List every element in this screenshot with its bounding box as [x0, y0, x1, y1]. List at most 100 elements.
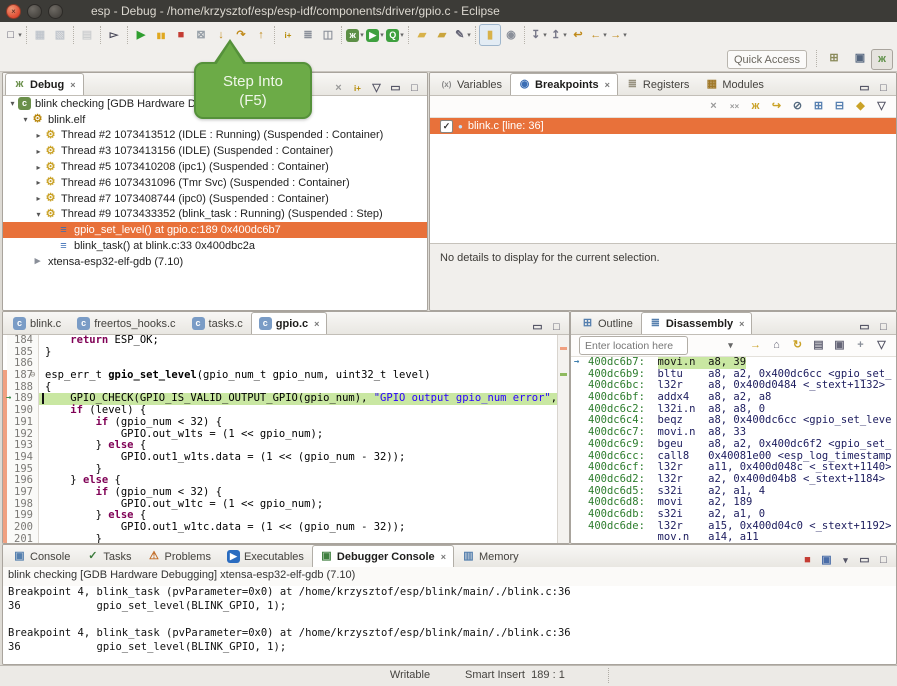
tab-close-icon[interactable]: × [314, 319, 319, 329]
use-step-filters-button[interactable]: ◫ [318, 25, 338, 45]
view-menu-button[interactable]: ▽ [370, 82, 383, 95]
tab-blink-c[interactable]: cblink.c [5, 312, 69, 334]
maximize-icon[interactable]: □ [877, 321, 890, 334]
debug-tree-item[interactable]: ▸⚙Thread #7 1073408744 (ipc0) (Suspended… [3, 191, 427, 207]
tree-expand-icon[interactable]: ▸ [33, 178, 44, 187]
dropdown-caret-icon[interactable]: ▾ [543, 31, 547, 39]
tab-variables[interactable]: (x)Variables [432, 73, 510, 95]
tab-gpio-c[interactable]: cgpio.c× [251, 312, 328, 334]
previous-annotation-button[interactable]: ↥▾ [548, 25, 568, 45]
next-annotation-button[interactable]: ↧▾ [528, 25, 548, 45]
profile-button[interactable]: Q▾ [385, 25, 405, 45]
goto-file-button[interactable]: ↪ [770, 100, 783, 113]
debug-tree-item[interactable]: ▸⚙Thread #5 1073410208 (ipc1) (Suspended… [3, 159, 427, 175]
save-button[interactable]: ▦ [30, 25, 50, 45]
open-type-button[interactable]: ▰ [412, 25, 432, 45]
link-with-debug-button[interactable]: ◆ [854, 100, 867, 113]
dropdown-caret-icon[interactable]: ▾ [360, 31, 364, 39]
selected-stack-frame[interactable]: ≡gpio_set_level() at gpio.c:189 0x400dc6… [3, 222, 427, 238]
tab-debug[interactable]: жDebug× [5, 73, 84, 95]
console-output[interactable]: Breakpoint 4, blink_task (pvParameter=0x… [3, 586, 896, 664]
maximize-icon[interactable]: □ [877, 554, 890, 567]
disassembly-line[interactable]: 400dc6db: s32i a2, a1, 0 [571, 509, 896, 521]
sync-selection-button[interactable]: ↻ [791, 339, 804, 352]
console-dropdown-icon[interactable]: ▾ [839, 554, 852, 567]
terminate-icon[interactable]: ■ [801, 554, 814, 567]
save-all-button[interactable]: ▧ [50, 25, 70, 45]
window-maximize-button[interactable] [48, 4, 63, 19]
last-edit-location-button[interactable]: ↩ [568, 25, 588, 45]
tab-close-icon[interactable]: × [70, 80, 75, 90]
tree-expand-icon[interactable]: ▸ [33, 163, 44, 172]
minimize-icon[interactable]: ▭ [531, 321, 544, 334]
tab-close-icon[interactable]: × [605, 80, 610, 90]
editor-line[interactable]: 201 } [3, 534, 569, 543]
cpp-perspective-button[interactable]: ▣ [850, 49, 870, 68]
tab-memory[interactable]: ▥Memory [454, 545, 527, 567]
dropdown-caret-icon[interactable]: ▾ [467, 31, 471, 39]
remove-all-button[interactable]: ×× [728, 100, 741, 113]
expand-all-button[interactable]: ⊞ [812, 100, 825, 113]
show-source-button[interactable]: ▤ [812, 339, 825, 352]
display-console-icon[interactable]: ▣ [820, 554, 833, 567]
skip-all-breakpoints-button[interactable]: ⊘ [791, 100, 804, 113]
tab-tasks[interactable]: ✓Tasks [78, 545, 139, 567]
tab-breakpoints[interactable]: ◉Breakpoints× [510, 73, 618, 95]
combo-dropdown-icon[interactable]: ▾ [724, 339, 737, 352]
editor-line[interactable]: 185} [3, 347, 569, 359]
tab-problems[interactable]: ⚠Problems [139, 545, 218, 567]
disconnect-button[interactable]: ⊠ [191, 25, 211, 45]
debug-button[interactable]: ж▾ [345, 25, 365, 45]
dropdown-caret-icon[interactable]: ▾ [380, 31, 384, 39]
remove-button[interactable]: × [707, 100, 720, 113]
collapse-all-button[interactable]: ⊟ [833, 100, 846, 113]
debug-tree-item[interactable]: ≡blink_task() at blink.c:33 0x400dbc2a [3, 238, 427, 254]
back-button[interactable]: ←▾ [588, 25, 608, 45]
disassembly-line[interactable]: 400dc6c9: bgeu a8, a2, 0x400dc6f2 <gpio_… [571, 439, 896, 451]
tree-expand-icon[interactable]: ▸ [33, 147, 44, 156]
pointer-mode-button[interactable]: ▻ [104, 25, 124, 45]
instruction-stepping-button[interactable]: i+ [351, 82, 364, 95]
dropdown-caret-icon[interactable]: ▾ [623, 31, 627, 39]
tree-expand-icon[interactable]: ▸ [33, 194, 44, 203]
home-button[interactable]: ⌂ [770, 339, 783, 352]
window-minimize-button[interactable] [27, 4, 42, 19]
tree-expand-icon[interactable]: ▾ [7, 99, 18, 108]
tab-debugger-console[interactable]: ▣Debugger Console× [312, 545, 454, 567]
terminate-button[interactable]: ■ [171, 25, 191, 45]
disassembly-list[interactable]: →400dc6b7: movi.n a8, 39400dc6b9: bltu a… [571, 357, 896, 543]
tab-freertos-hooks-c[interactable]: cfreertos_hooks.c [69, 312, 183, 334]
print-button[interactable]: ▤ [77, 25, 97, 45]
debug-tree-item[interactable]: ▸⚙Thread #2 1073413512 (IDLE : Running) … [3, 128, 427, 144]
view-menu-button[interactable]: ▽ [875, 339, 888, 352]
open-perspective-button[interactable]: ⊞ [824, 49, 844, 68]
remove-terminated-button[interactable]: × [332, 82, 345, 95]
tab-close-icon[interactable]: × [739, 319, 744, 329]
tab-executables[interactable]: ▶Executables [219, 545, 312, 567]
disassembly-line[interactable]: 400dc6d2: l32r a2, 0x400d04b8 <_stext+11… [571, 474, 896, 486]
debug-tree-item[interactable]: ▸⚙Thread #3 1073413156 (IDLE) (Suspended… [3, 143, 427, 159]
forward-button[interactable]: →▾ [608, 25, 628, 45]
disassembly-line[interactable]: mov.n a14, a11 [571, 532, 896, 543]
debug-perspective-button[interactable]: ж [871, 49, 893, 70]
debug-tree-item[interactable]: ▸xtensa-esp32-elf-gdb (7.10) [3, 254, 427, 270]
external-tools-button[interactable]: ✎▾ [452, 25, 472, 45]
tree-expand-icon[interactable]: ▾ [33, 210, 44, 219]
tree-expand-icon[interactable]: ▾ [20, 115, 31, 124]
run-button[interactable]: ▶▾ [365, 25, 385, 45]
disassembly-line[interactable]: 400dc6bf: addx4 a8, a2, a8 [571, 392, 896, 404]
breakpoint-item[interactable]: ✓●blink.c [line: 36] [430, 118, 896, 134]
editor-code[interactable]: 184 return ESP_OK;185}186187⊖esp_err_t g… [3, 335, 569, 543]
minimize-button[interactable]: ▭ [389, 82, 402, 95]
disassembly-line[interactable]: →400dc6b7: movi.n a8, 39 [571, 357, 896, 369]
navigate-to-pc-button[interactable]: → [749, 339, 762, 352]
suspend-button[interactable]: ▮▮ [151, 25, 171, 45]
trace-control-button[interactable]: ≣ [298, 25, 318, 45]
fold-collapse-icon[interactable]: ⊖ [30, 370, 35, 382]
show-supported-breakpoints-button[interactable]: ж [749, 100, 762, 113]
tab-modules[interactable]: ▦Modules [697, 73, 772, 95]
dropdown-caret-icon[interactable]: ▾ [18, 31, 22, 39]
overview-ruler[interactable] [557, 335, 569, 543]
tab-tasks-c[interactable]: ctasks.c [184, 312, 251, 334]
tab-outline[interactable]: ⊞Outline [573, 312, 641, 334]
